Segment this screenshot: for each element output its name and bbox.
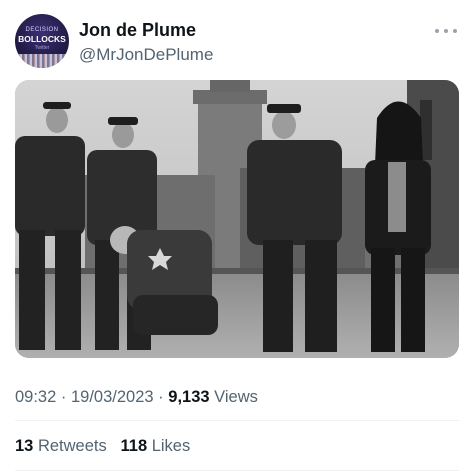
- tweet-media-photo[interactable]: [15, 80, 459, 358]
- tweet-time[interactable]: 09:32: [15, 388, 56, 406]
- author-avatar[interactable]: DECISION BOLLOCKS Twitter: [15, 14, 69, 68]
- retweets-count: 13: [15, 437, 34, 455]
- likes-label: Likes: [151, 437, 191, 455]
- retweets-label: Retweets: [37, 437, 107, 455]
- tweet-header: DECISION BOLLOCKS Twitter Jon de Plume @…: [15, 14, 459, 70]
- tweet-date[interactable]: 19/03/2023: [71, 388, 154, 406]
- tweet-meta: 09:32 · 19/03/2023 · 9,133 Views: [15, 388, 258, 407]
- divider-bottom: [15, 470, 459, 471]
- likes-stat[interactable]: 118 Likes: [121, 437, 191, 455]
- avatar-crowd-image: [15, 54, 69, 68]
- meta-separator-2: ·: [158, 388, 164, 406]
- meta-separator: ·: [60, 388, 67, 406]
- avatar-text-top: DECISION: [25, 27, 59, 33]
- views-count: 9,133: [168, 388, 210, 406]
- author-handle[interactable]: @MrJonDePlume: [79, 45, 213, 65]
- tweet-stats: 13 Retweets 118 Likes: [15, 437, 190, 456]
- views-label: Views: [214, 388, 258, 406]
- avatar-text-main: BOLLOCKS: [18, 34, 66, 44]
- likes-count: 118: [120, 437, 148, 455]
- author-display-name[interactable]: Jon de Plume: [79, 20, 196, 41]
- retweets-stat[interactable]: 13 Retweets: [15, 437, 107, 455]
- more-horizontal-icon[interactable]: [435, 24, 457, 38]
- divider-top: [15, 420, 459, 421]
- avatar-text-bottom: Twitter: [34, 45, 50, 51]
- photo-illustration: [15, 80, 459, 358]
